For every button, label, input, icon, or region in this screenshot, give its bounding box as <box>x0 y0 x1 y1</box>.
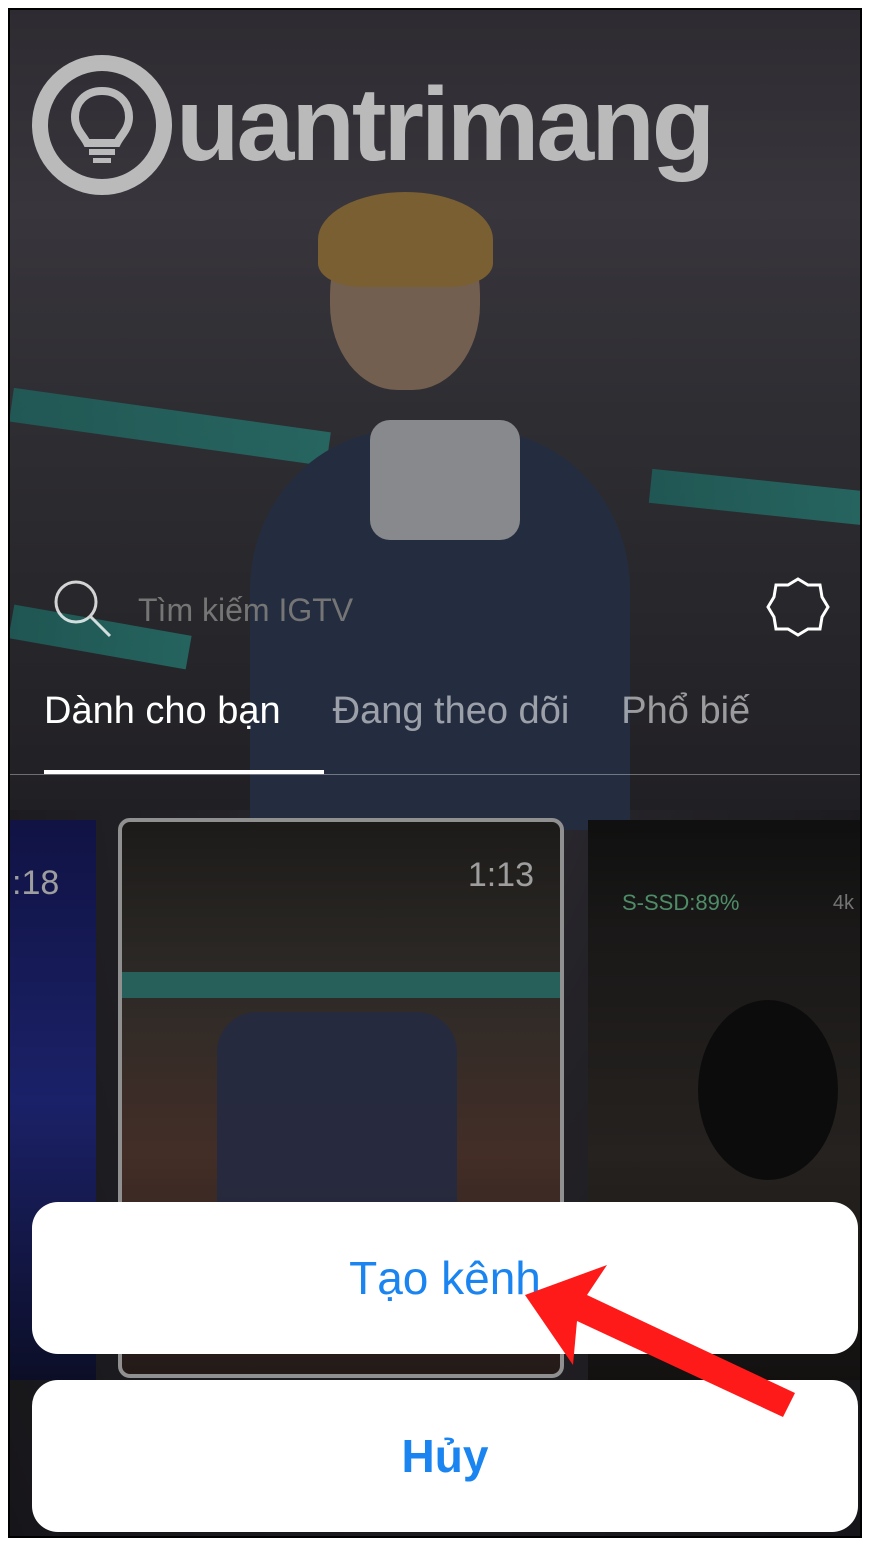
gear-icon[interactable] <box>766 575 830 644</box>
lightbulb-icon <box>32 55 172 195</box>
tab-for-you[interactable]: Dành cho bạn <box>44 690 281 770</box>
tab-popular[interactable]: Phổ biế <box>621 690 750 770</box>
search-bar[interactable] <box>50 570 820 650</box>
tab-divider <box>10 774 860 775</box>
annotation-arrow-icon <box>525 1265 795 1417</box>
tab-bar: Dành cho bạn Đang theo dõi Phổ biế <box>44 690 860 770</box>
app-screen: :18 1:13 S-SSD:89% 4k uantrimang Tìm kiế… <box>8 8 862 1538</box>
logo-text: uantrimang <box>176 67 715 183</box>
quantrimang-logo: uantrimang <box>32 50 715 200</box>
search-icon <box>50 576 114 645</box>
search-input[interactable] <box>136 590 700 630</box>
tab-following[interactable]: Đang theo dõi <box>333 690 570 770</box>
